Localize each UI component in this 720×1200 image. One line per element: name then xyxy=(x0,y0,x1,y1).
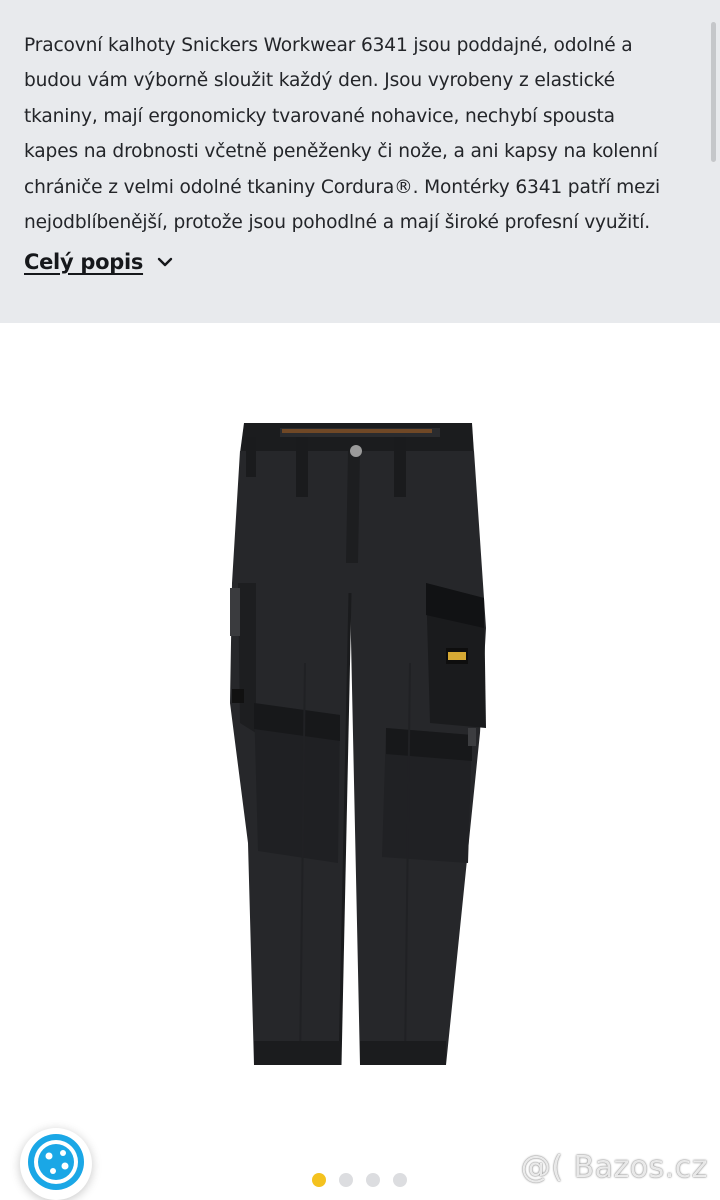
chat-button[interactable] xyxy=(20,1128,92,1200)
description-line: kapes na drobnosti včetně peněženky či n… xyxy=(24,141,658,163)
description-line: tkaniny, mají ergonomicky tvarované noha… xyxy=(24,105,615,127)
carousel-dot-3[interactable] xyxy=(366,1173,380,1187)
carousel-dot-4[interactable] xyxy=(393,1173,407,1187)
description-panel: Pracovní kalhoty Snickers Workwear 6341 … xyxy=(0,0,720,323)
product-image xyxy=(210,423,500,1077)
carousel-indicators[interactable] xyxy=(312,1173,407,1187)
description-line: chrániče z velmi odolné tkaniny Cordura®… xyxy=(24,176,660,198)
full-description-label: Celý popis xyxy=(24,250,144,274)
chat-bubble-icon xyxy=(25,1131,87,1197)
description-text: Pracovní kalhoty Snickers Workwear 6341 … xyxy=(24,28,696,240)
description-line: Pracovní kalhoty Snickers Workwear 6341 … xyxy=(24,35,633,56)
full-description-link[interactable]: Celý popis xyxy=(24,250,173,274)
chevron-down-icon xyxy=(157,257,173,267)
carousel-dot-1[interactable] xyxy=(312,1173,326,1187)
scrollbar[interactable] xyxy=(711,22,716,162)
description-line: nejodblíbenější, protože jsou pohodlné a… xyxy=(24,212,651,234)
product-gallery[interactable] xyxy=(0,323,720,1200)
description-line: budou vám výborně sloužit každý den. Jso… xyxy=(24,70,615,92)
bazos-watermark: @( Bazos.cz xyxy=(520,1150,708,1185)
carousel-dot-2[interactable] xyxy=(339,1173,353,1187)
